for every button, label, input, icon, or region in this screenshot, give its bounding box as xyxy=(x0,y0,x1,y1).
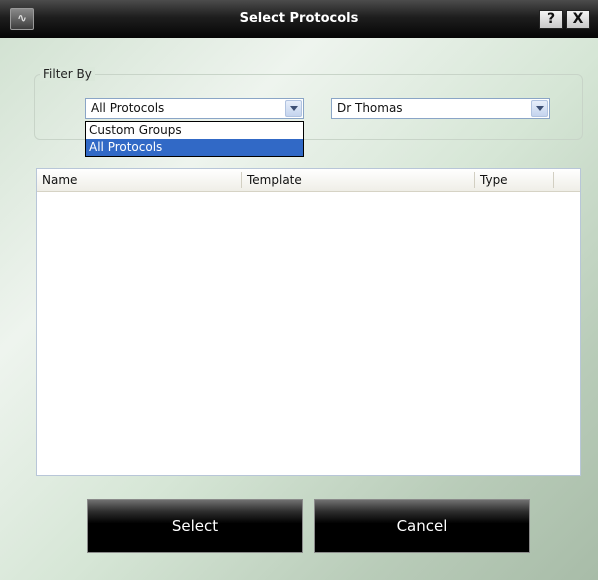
chevron-down-icon[interactable] xyxy=(531,100,548,117)
protocol-filter-value: All Protocols xyxy=(91,101,165,115)
table-header: Name Template Type xyxy=(37,169,580,192)
column-header-template[interactable]: Template xyxy=(242,169,474,191)
doctor-filter-combo[interactable]: Dr Thomas xyxy=(331,98,550,119)
select-button[interactable]: Select xyxy=(87,499,303,553)
title-bar: ∿ Select Protocols ? X xyxy=(0,0,598,38)
chevron-down-icon[interactable] xyxy=(285,100,302,117)
protocols-table[interactable]: Name Template Type xyxy=(36,168,581,476)
close-button[interactable]: X xyxy=(566,10,590,29)
column-header-type[interactable]: Type xyxy=(475,169,553,191)
help-button[interactable]: ? xyxy=(539,10,563,29)
dropdown-option-all-protocols[interactable]: All Protocols xyxy=(86,139,303,156)
window-title: Select Protocols xyxy=(239,11,359,26)
doctor-filter-value: Dr Thomas xyxy=(337,101,403,115)
filter-by-label: Filter By xyxy=(40,67,95,81)
dropdown-option-custom-groups[interactable]: Custom Groups xyxy=(86,122,303,139)
column-header-name[interactable]: Name xyxy=(37,169,241,191)
protocol-dropdown-list: Custom Groups All Protocols xyxy=(85,121,304,157)
protocol-filter-combo[interactable]: All Protocols xyxy=(85,98,304,119)
column-divider[interactable] xyxy=(553,172,554,188)
cancel-button[interactable]: Cancel xyxy=(314,499,530,553)
